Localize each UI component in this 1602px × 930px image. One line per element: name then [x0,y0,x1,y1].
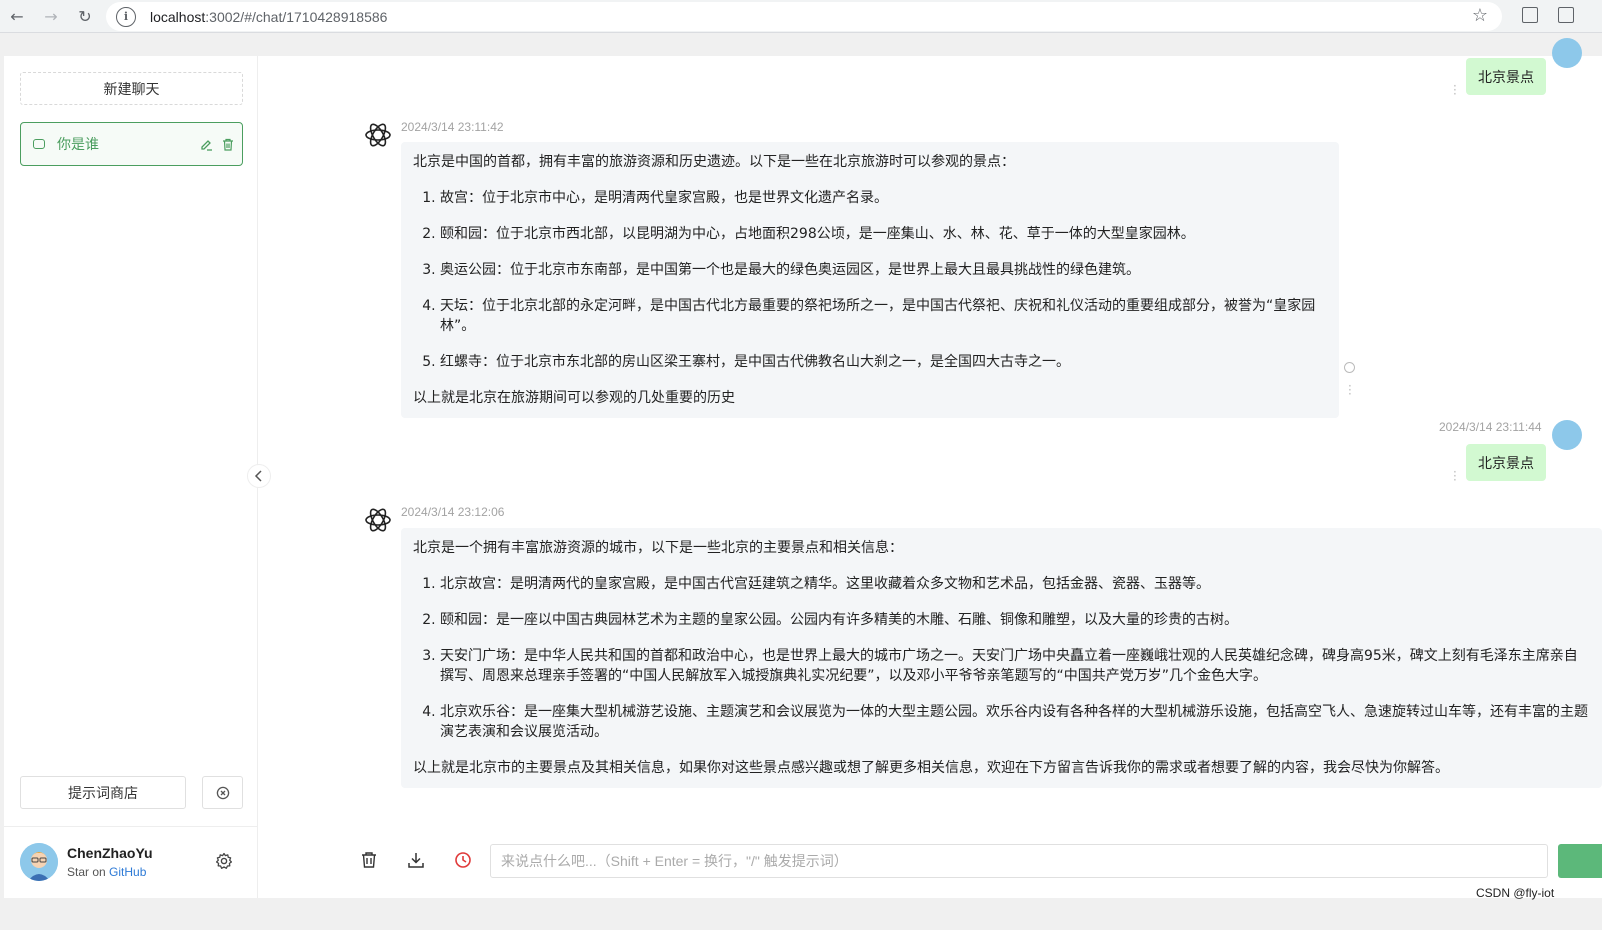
list-item: 红螺寺：位于北京市东北部的房山区梁王寨村，是中国古代佛教名山大刹之一，是全国四大… [440,352,1327,372]
message-input[interactable] [490,844,1548,878]
new-chat-button[interactable]: 新建聊天 [20,72,243,105]
site-info-icon[interactable]: i [116,6,136,27]
message-intro: 北京是一个拥有丰富旅游资源的城市，以下是一些北京的主要景点和相关信息： [413,540,903,556]
download-icon[interactable] [406,850,426,870]
delete-icon[interactable] [220,136,236,152]
message-menu-icon[interactable]: · · · [1453,466,1457,486]
star-prefix: Star on [67,865,110,879]
qr-code-icon[interactable] [1522,7,1538,23]
message-time: 2024/3/14 23:12:06 [401,505,505,519]
message-list: 故宫：位于北京市中心，是明清两代皇家宫殿，也是世界文化遗产名录。 颐和园：位于北… [413,188,1327,372]
close-circle-icon [216,786,229,799]
list-item: 天安门广场：是中华人民共和国的首都和政治中心，也是世界上最大的城市广场之一。天安… [440,646,1590,686]
chat-bubble-icon [33,139,45,149]
message-list: 北京故宫：是明清两代的皇家宫殿，是中国古代宫廷建筑之精华。这里收藏着众多文物和艺… [413,574,1590,742]
list-item: 颐和园：是一座以中国古典园林艺术为主题的皇家公园。公园内有许多精美的木雕、石雕、… [440,610,1590,630]
message-outro: 以上就是北京市的主要景点及其相关信息，如果你对这些景点感兴趣或想了解更多相关信息… [413,760,1449,776]
url-text: localhost:3002/#/chat/1710428918586 [150,9,387,25]
chat-list-item[interactable]: 你是谁 [20,122,243,166]
chat-app: 新建聊天 你是谁 提示词商店 ChenZhaoYu Star on GitHub [4,38,1602,898]
list-item: 天坛：位于北京北部的永定河畔，是中国古代北方最重要的祭祀场所之一，是中国古代祭祀… [440,296,1327,336]
url-path: :3002/#/chat/1710428918586 [205,8,388,25]
user-message-bubble: 北京景点 [1466,444,1546,481]
bookmark-star-icon[interactable]: ☆ [1472,5,1488,26]
list-item: 奥运公园：位于北京市东南部，是中国第一个也是最大的绿色奥运园区，是世界上最大且最… [440,260,1327,280]
browser-toolbar: ← → ↻ i localhost:3002/#/chat/1710428918… [0,0,1602,33]
message-menu-icon[interactable]: · · · [1453,80,1457,100]
message-outro: 以上就是北京在旅游期间可以参观的几处重要的历史 [413,390,735,406]
list-item: 北京欢乐谷：是一座集大型机械游艺设施、主题演艺和会议展览为一体的大型主题公园。欢… [440,702,1590,742]
message-intro: 北京是中国的首都，拥有丰富的旅游资源和历史遗迹。以下是一些在北京旅游时可以参观的… [413,154,1015,170]
assistant-message-bubble: 北京是中国的首都，拥有丰富的旅游资源和历史遗迹。以下是一些在北京旅游时可以参观的… [401,142,1339,418]
user-avatar [1552,38,1582,68]
chat-main: 北京景点 · · · 2024/3/14 23:11:42 北京是中国的首都，拥有丰… [259,38,1602,898]
close-sidebar-button[interactable] [202,776,243,809]
stop-circle-icon[interactable] [1344,362,1355,373]
url-host: localhost [150,8,206,25]
user-info: ChenZhaoYu Star on GitHub [4,826,258,898]
extensions-icon[interactable] [1558,7,1574,23]
list-item: 颐和园：位于北京市西北部，以昆明湖为中心，占地面积298公顷，是一座集山、水、林… [440,224,1327,244]
avatar [20,843,58,881]
chat-title: 你是谁 [57,136,99,152]
edit-icon[interactable] [198,136,214,152]
sidebar: 新建聊天 你是谁 提示词商店 ChenZhaoYu Star on GitHub [4,56,258,898]
message-menu-icon[interactable]: · · · [1348,380,1352,400]
assistant-avatar-icon [363,505,393,535]
list-item: 故宫：位于北京市中心，是明清两代皇家宫殿，也是世界文化遗产名录。 [440,188,1327,208]
user-message-bubble: 北京景点 [1466,58,1546,95]
github-star-text: Star on GitHub [67,865,146,879]
user-avatar [1552,420,1582,450]
back-arrow-icon[interactable]: ← [0,0,34,33]
user-name: ChenZhaoYu [67,845,153,861]
prompt-store-button[interactable]: 提示词商店 [20,776,186,809]
settings-gear-icon[interactable] [214,851,234,871]
assistant-message-bubble: 北京是一个拥有丰富旅游资源的城市，以下是一些北京的主要景点和相关信息： 北京故宫… [401,528,1602,788]
github-link[interactable]: GitHub [109,865,146,879]
chat-footer [259,836,1602,898]
clear-chat-trash-icon[interactable] [359,850,379,870]
context-history-icon[interactable] [453,850,473,870]
list-item: 北京故宫：是明清两代的皇家宫殿，是中国古代宫廷建筑之精华。这里收藏着众多文物和艺… [440,574,1590,594]
message-time: 2024/3/14 23:11:44 [1439,420,1542,434]
address-bar[interactable]: i localhost:3002/#/chat/1710428918586 ☆ [106,2,1502,31]
message-time: 2024/3/14 23:11:42 [401,120,504,134]
forward-arrow-icon[interactable]: → [34,0,68,33]
send-button[interactable] [1558,844,1602,878]
watermark-text: CSDN @fly-iot [1476,886,1555,900]
reload-icon[interactable]: ↻ [68,0,102,33]
assistant-avatar-icon [363,120,393,150]
